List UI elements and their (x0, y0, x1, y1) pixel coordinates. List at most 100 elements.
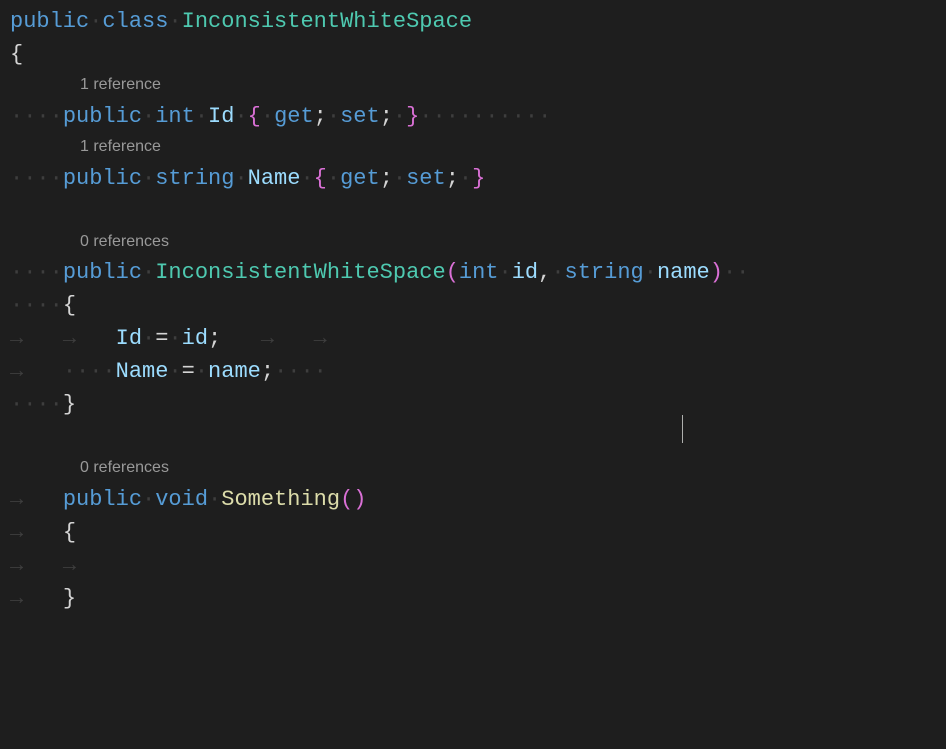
brace: } (472, 166, 485, 191)
whitespace-dot: · (142, 260, 155, 285)
whitespace-tab: → → (221, 326, 327, 351)
brace: } (63, 392, 76, 417)
whitespace-dot: · (23, 104, 36, 129)
code-editor[interactable]: public·class·InconsistentWhiteSpace { 1 … (0, 5, 946, 615)
equals: = (155, 326, 168, 351)
code-line[interactable]: → public·void·Something() (0, 483, 946, 516)
keyword: int (459, 260, 499, 285)
keyword: get (340, 166, 380, 191)
whitespace-dot: · (50, 392, 63, 417)
keyword: set (406, 166, 446, 191)
whitespace-dot: · (300, 166, 313, 191)
code-line[interactable]: { (0, 38, 946, 71)
whitespace-dot: · (50, 260, 63, 285)
code-line[interactable]: ····public·string·Name·{·get;·set;·} (0, 162, 946, 195)
keyword: public (63, 260, 142, 285)
identifier: name (208, 359, 261, 384)
code-line[interactable]: → } (0, 582, 946, 615)
keyword: string (155, 166, 234, 191)
keyword: int (155, 104, 195, 129)
codelens-text: 1 reference (80, 138, 161, 155)
semicolon: ; (446, 166, 459, 191)
whitespace-dot: · (36, 392, 49, 417)
comma: , (538, 260, 551, 285)
property: Name (116, 359, 169, 384)
constructor-name: InconsistentWhiteSpace (155, 260, 445, 285)
whitespace-dot: ···· (63, 359, 116, 384)
whitespace-dot: · (36, 104, 49, 129)
codelens-reference[interactable]: 1 reference (0, 133, 946, 162)
whitespace-dot: · (50, 293, 63, 318)
brace: { (248, 104, 261, 129)
whitespace-tab: → (63, 553, 76, 578)
empty-line[interactable] (0, 195, 946, 228)
whitespace-dot: · (36, 260, 49, 285)
whitespace-dot: · (208, 487, 221, 512)
whitespace-dot: · (10, 166, 23, 191)
keyword: public (63, 166, 142, 191)
keyword: set (340, 104, 380, 129)
whitespace-dot: · (168, 359, 181, 384)
code-line[interactable]: → { (0, 516, 946, 549)
code-line[interactable]: public·class·InconsistentWhiteSpace (0, 5, 946, 38)
trailing-whitespace: ·········· (419, 104, 551, 129)
brace: { (10, 42, 23, 67)
code-line[interactable]: ····{ (0, 289, 946, 322)
whitespace-dot: · (393, 166, 406, 191)
property: Id (208, 104, 234, 129)
paren: ( (446, 260, 459, 285)
whitespace-dot: · (234, 166, 247, 191)
whitespace-dot: · (327, 104, 340, 129)
whitespace-dot: · (168, 326, 181, 351)
codelens-text: 0 references (80, 459, 169, 476)
whitespace-dot: · (327, 166, 340, 191)
codelens-reference[interactable]: 1 reference (0, 71, 946, 100)
equals: = (182, 359, 195, 384)
whitespace-dot: · (168, 9, 181, 34)
whitespace-tab: → (63, 326, 76, 351)
paren: ) (710, 260, 723, 285)
whitespace-dot: · (23, 293, 36, 318)
whitespace-dot: · (142, 104, 155, 129)
keyword: public (63, 487, 142, 512)
whitespace-dot: · (459, 166, 472, 191)
whitespace-dot: · (234, 104, 247, 129)
code-line[interactable]: ····public·int·Id·{·get;·set;·}·········… (0, 100, 946, 133)
property: Id (116, 326, 142, 351)
whitespace-dot: · (10, 392, 23, 417)
whitespace-dot: · (195, 104, 208, 129)
whitespace-dot: · (10, 260, 23, 285)
class-name: InconsistentWhiteSpace (182, 9, 472, 34)
keyword: get (274, 104, 314, 129)
keyword: public (10, 9, 89, 34)
whitespace-tab: → (10, 359, 23, 384)
codelens-reference[interactable]: 0 references (0, 228, 946, 257)
code-line[interactable]: → ····Name·=·name;···· (0, 355, 946, 388)
whitespace-dot: · (23, 166, 36, 191)
code-line[interactable]: ····} (0, 388, 946, 421)
empty-line[interactable] (0, 421, 946, 454)
whitespace-dot: · (36, 166, 49, 191)
whitespace-tab: → (10, 326, 23, 351)
parameter: id (512, 260, 538, 285)
whitespace-dot: · (89, 9, 102, 34)
code-line[interactable]: ····public·InconsistentWhiteSpace(int·id… (0, 256, 946, 289)
paren: ( (340, 487, 353, 512)
whitespace-dot: · (50, 166, 63, 191)
whitespace-dot: · (261, 104, 274, 129)
method-name: Something (221, 487, 340, 512)
whitespace-dot: · (499, 260, 512, 285)
trailing-whitespace: ···· (274, 359, 327, 384)
whitespace-dot: · (142, 326, 155, 351)
code-line[interactable]: → → Id·=·id; → → (0, 322, 946, 355)
codelens-text: 0 references (80, 233, 169, 250)
brace: { (63, 293, 76, 318)
code-line[interactable]: → → (0, 549, 946, 582)
semicolon: ; (314, 104, 327, 129)
semicolon: ; (208, 326, 221, 351)
whitespace-dot: · (50, 104, 63, 129)
codelens-reference[interactable]: 0 references (0, 454, 946, 483)
whitespace-dot: · (393, 104, 406, 129)
whitespace-dot: · (23, 260, 36, 285)
brace: } (406, 104, 419, 129)
